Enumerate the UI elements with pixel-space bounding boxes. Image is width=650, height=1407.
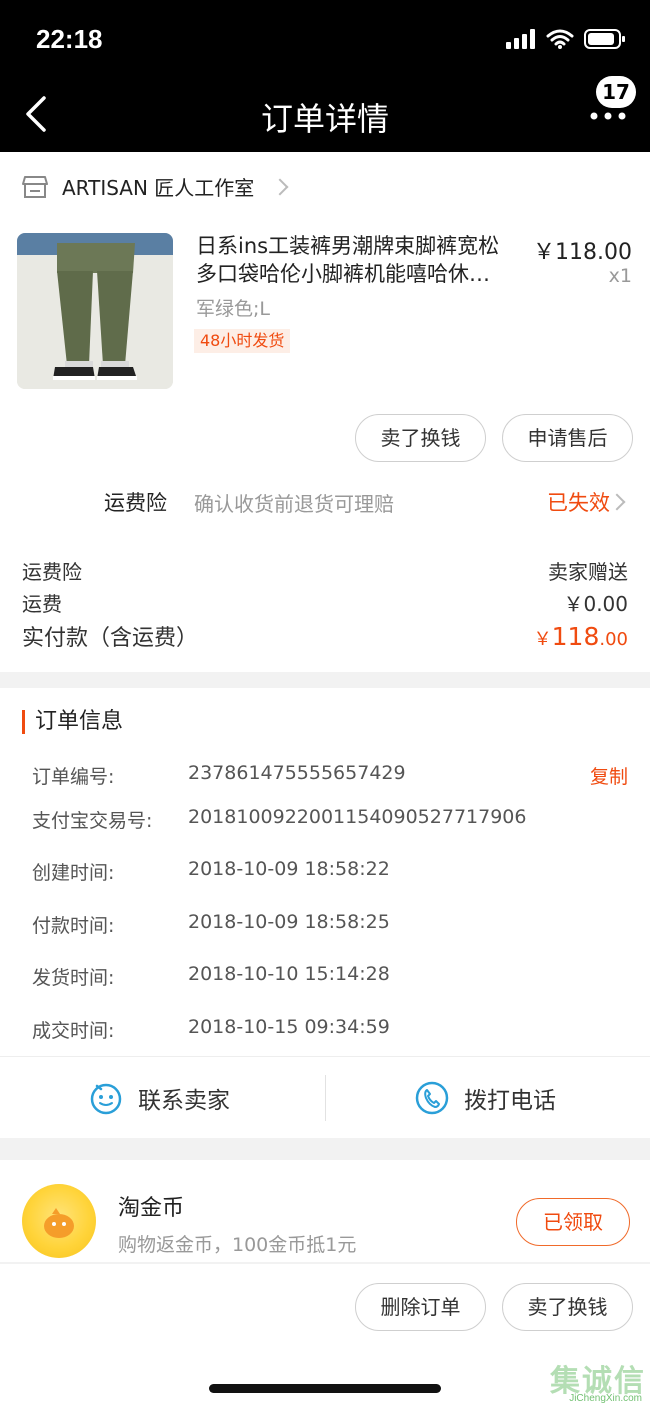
fee-label: 运费: [22, 592, 62, 616]
info-label: 订单编号:: [32, 766, 115, 788]
insurance-status[interactable]: 已失效: [547, 487, 610, 517]
total-row: 实付款（含运费） ￥118.00: [22, 620, 628, 652]
insurance-label: 运费险: [104, 491, 167, 515]
chevron-right-icon: [271, 178, 289, 195]
product-image[interactable]: [17, 233, 173, 389]
fee-value: ￥0.00: [563, 592, 628, 616]
fee-row-shipping: 运费 ￥0.00: [22, 588, 628, 617]
sell-for-cash-button-bottom[interactable]: 卖了换钱: [502, 1283, 633, 1331]
divider: [325, 1075, 326, 1121]
battery-icon: [584, 29, 625, 49]
fee-label: 运费险: [22, 560, 82, 584]
info-label: 发货时间:: [32, 967, 115, 989]
info-value: 2018-10-15 09:34:59: [188, 1016, 390, 1038]
fee-value: 卖家赠送: [548, 560, 628, 584]
status-time: 22:18: [36, 24, 103, 54]
info-value: 2018-10-09 18:58:25: [188, 911, 390, 933]
phone-icon: [415, 1081, 449, 1115]
call-phone-label: 拨打电话: [464, 1088, 556, 1114]
delete-order-button[interactable]: 删除订单: [355, 1283, 486, 1331]
coins-title: 淘金币: [118, 1196, 185, 1221]
top-bar: 22:18 订单详情 17: [0, 0, 650, 152]
signal-icon: [506, 29, 535, 49]
total-decimal: .00: [599, 629, 628, 650]
info-label: 创建时间:: [32, 862, 115, 884]
watermark-url: JiChengXin.com: [569, 1393, 642, 1404]
sell-for-cash-button[interactable]: 卖了换钱: [355, 414, 486, 462]
call-phone-button[interactable]: 拨打电话: [414, 1057, 556, 1139]
contact-bar: 联系卖家 拨打电话: [0, 1056, 650, 1138]
contact-seller-label: 联系卖家: [138, 1088, 230, 1114]
total-integer: 118: [551, 622, 600, 651]
shop-name: ARTISAN 匠人工作室: [62, 176, 255, 200]
product-sku: 军绿色;L: [196, 298, 270, 320]
info-value: 2018-10-10 15:14:28: [188, 963, 390, 985]
wifi-icon: [546, 29, 574, 49]
total-amount: ￥118.00: [534, 622, 628, 651]
copy-button[interactable]: 复制: [590, 762, 628, 789]
coins-claimed-button[interactable]: 已领取: [516, 1198, 630, 1246]
home-indicator[interactable]: [209, 1384, 441, 1393]
message-badge[interactable]: 17: [596, 76, 636, 108]
coin-face-icon: [44, 1208, 74, 1238]
info-value: 2018100922001154090527717906: [188, 806, 527, 828]
info-label: 成交时间:: [32, 1020, 115, 1042]
store-icon: [22, 175, 48, 198]
info-label: 付款时间:: [32, 915, 115, 937]
shipping-tag: 48小时发货: [194, 329, 291, 353]
chat-face-icon: [90, 1083, 122, 1115]
status-icons: [506, 28, 626, 50]
order-info-title: 订单信息: [22, 710, 123, 734]
apply-aftersale-button[interactable]: 申请售后: [502, 414, 633, 462]
contact-seller-button[interactable]: 联系卖家: [88, 1057, 230, 1139]
product-title-line2[interactable]: 多口袋哈伦小脚裤机能嘻哈休…: [196, 260, 518, 289]
product-title[interactable]: 日系ins工装裤男潮牌束脚裤宽松: [196, 232, 526, 261]
total-label: 实付款（含运费）: [22, 626, 199, 651]
coins-subtitle: 购物返金币，100金币抵1元: [118, 1234, 357, 1256]
info-label: 支付宝交易号:: [32, 810, 153, 832]
info-value: 2018-10-09 18:58:22: [188, 858, 390, 880]
total-currency: ￥: [533, 629, 552, 650]
taojinbi-logo-icon: [22, 1184, 96, 1258]
product-photo-icon: [17, 233, 173, 389]
fee-row-insurance: 运费险 卖家赠送: [22, 556, 628, 585]
product-price: ￥118.00: [533, 240, 632, 265]
shop-row[interactable]: ARTISAN 匠人工作室: [22, 172, 289, 201]
page-title: 订单详情: [260, 100, 389, 138]
insurance-desc: 确认收货前退货可理赔: [194, 492, 394, 516]
product-quantity: x1: [608, 265, 632, 287]
info-value: 237861475555657429: [188, 762, 406, 784]
